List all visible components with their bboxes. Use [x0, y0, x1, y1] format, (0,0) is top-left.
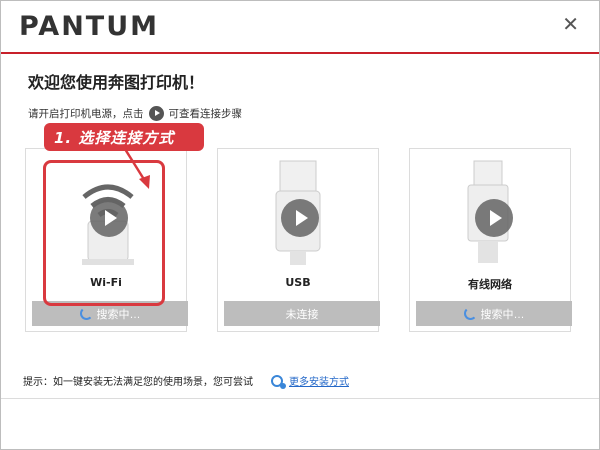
ethernet-status-text: 搜索中…: [480, 308, 525, 321]
footer-tip-text: 提示：如一键安装无法满足您的使用场景，您可尝试: [23, 377, 253, 388]
title-divider: [1, 52, 599, 54]
more-install-link[interactable]: 更多安装方式: [289, 373, 349, 388]
hint-text: 请开启打印机电源，点击 可查看连接步骤: [28, 106, 242, 121]
hint-before: 请开启打印机电源，点击: [28, 108, 144, 120]
pantum-logo: PANTUM: [19, 11, 160, 42]
ethernet-label: 有线网络: [468, 278, 512, 291]
usb-play-icon[interactable]: [281, 199, 319, 237]
ethernet-play-icon[interactable]: [475, 199, 513, 237]
usb-status-button[interactable]: 未连接: [224, 301, 380, 326]
wifi-status-text: 搜索中…: [96, 308, 141, 321]
play-icon[interactable]: [148, 106, 164, 121]
footer-divider: [1, 398, 599, 399]
usb-label: USB: [285, 276, 311, 289]
hint-after: 可查看连接步骤: [168, 108, 243, 120]
footer-tip: 提示：如一键安装无法满足您的使用场景，您可尝试 更多安装方式: [23, 373, 349, 389]
callout-arrow-icon: [123, 148, 150, 189]
installer-window: PANTUM ✕ 欢迎您使用奔图打印机！ 请开启打印机电源，点击 可查看连接步骤…: [0, 0, 600, 450]
usb-status-text: 未连接: [285, 308, 319, 321]
ethernet-card[interactable]: 有线网络 搜索中…: [409, 148, 572, 332]
usb-card[interactable]: USB 未连接: [217, 148, 380, 332]
title-bar: PANTUM ✕: [1, 1, 599, 53]
close-icon[interactable]: ✕: [562, 14, 579, 34]
welcome-heading: 欢迎您使用奔图打印机！: [28, 73, 205, 92]
loading-spinner-icon: [463, 307, 477, 320]
ethernet-status-button[interactable]: 搜索中…: [416, 301, 572, 326]
loading-spinner-icon: [79, 307, 93, 320]
settings-search-icon: [271, 374, 286, 389]
